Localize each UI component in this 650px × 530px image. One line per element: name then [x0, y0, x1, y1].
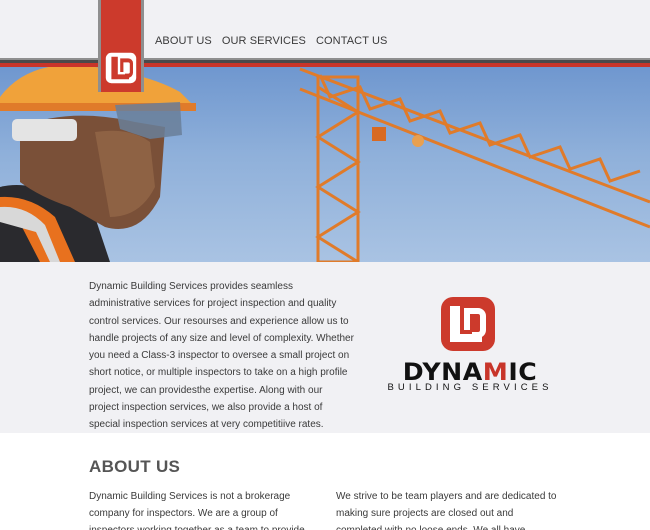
- brand-subtitle: BUILDING SERVICES: [387, 382, 553, 393]
- intro-paragraph: Dynamic Building Services provides seaml…: [89, 281, 354, 431]
- crane-jib: [299, 67, 650, 229]
- nav-our-services[interactable]: OUR SERVICES: [222, 35, 306, 47]
- hero-image: [0, 67, 650, 262]
- logo-tab[interactable]: [98, 0, 144, 92]
- intro-section: Dynamic Building Services provides seaml…: [0, 262, 650, 433]
- about-title: ABOUT US: [89, 457, 181, 476]
- worker: [0, 67, 196, 262]
- brand-logo-icon: [105, 52, 137, 84]
- nav-contact-us[interactable]: CONTACT US: [316, 35, 388, 47]
- about-left-paragraph: Dynamic Building Services is not a broke…: [89, 491, 305, 530]
- about-section: ABOUT US Dynamic Building Services is no…: [0, 433, 650, 530]
- brand-logo: DYNAMIC BUILDING SERVICES: [384, 296, 556, 396]
- nav-about-us[interactable]: ABOUT US: [155, 35, 212, 47]
- about-right-paragraph: We strive to be team players and are ded…: [336, 491, 557, 530]
- main-nav: ABOUT US OUR SERVICES CONTACT US: [155, 35, 387, 47]
- brand-mark-icon: [441, 297, 495, 351]
- hero-scene: [0, 67, 650, 262]
